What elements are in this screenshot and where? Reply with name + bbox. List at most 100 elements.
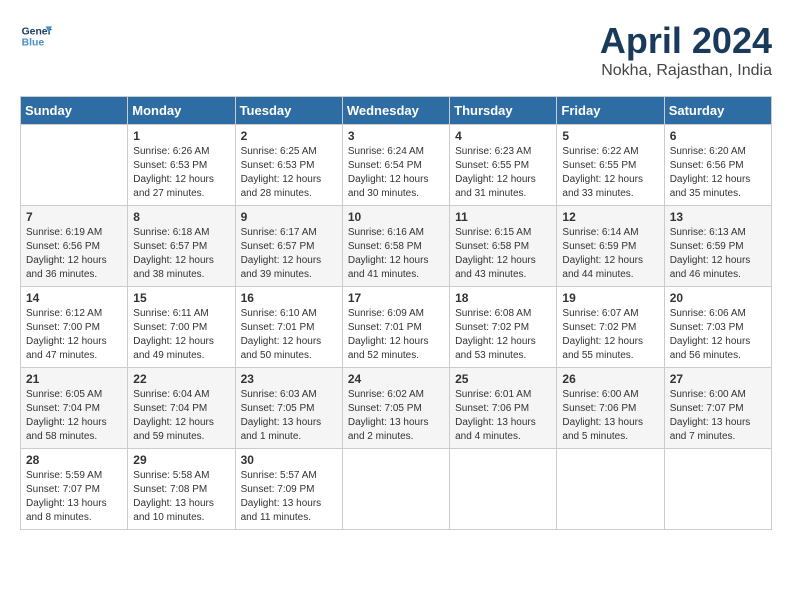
calendar-cell: 19 Sunrise: 6:07 AMSunset: 7:02 PMDayligh… [557,287,664,368]
day-number: 11 [455,210,551,224]
day-number: 13 [670,210,766,224]
calendar-cell: 25 Sunrise: 6:01 AMSunset: 7:06 PMDayligh… [450,368,557,449]
calendar-week-row: 7 Sunrise: 6:19 AMSunset: 6:56 PMDaylight… [21,206,772,287]
day-info: Sunrise: 6:09 AMSunset: 7:01 PMDaylight:… [348,307,444,363]
calendar-cell: 21 Sunrise: 6:05 AMSunset: 7:04 PMDayligh… [21,368,128,449]
calendar-cell: 23 Sunrise: 6:03 AMSunset: 7:05 PMDayligh… [235,368,342,449]
calendar-cell: 5 Sunrise: 6:22 AMSunset: 6:55 PMDaylight… [557,125,664,206]
calendar-cell: 27Sunrise: 6:00 AMSunset: 7:07 PMDayligh… [664,368,771,449]
day-info: Sunrise: 6:05 AMSunset: 7:04 PMDaylight:… [26,388,122,444]
day-info: Sunrise: 6:03 AMSunset: 7:05 PMDaylight:… [241,388,337,444]
calendar-cell: 4 Sunrise: 6:23 AMSunset: 6:55 PMDaylight… [450,125,557,206]
day-info: Sunrise: 6:06 AMSunset: 7:03 PMDaylight:… [670,307,766,363]
calendar-cell: 22 Sunrise: 6:04 AMSunset: 7:04 PMDayligh… [128,368,235,449]
main-title: April 2024 [600,20,772,62]
calendar-cell: 30 Sunrise: 5:57 AMSunset: 7:09 PMDayligh… [235,449,342,530]
day-number: 3 [348,129,444,143]
day-info: Sunrise: 6:17 AMSunset: 6:57 PMDaylight:… [241,226,337,282]
weekday-header: Saturday [664,97,771,125]
day-info: Sunrise: 6:04 AMSunset: 7:04 PMDaylight:… [133,388,229,444]
calendar-cell: 14 Sunrise: 6:12 AMSunset: 7:00 PMDayligh… [21,287,128,368]
day-number: 21 [26,372,122,386]
svg-text:Blue: Blue [22,38,45,49]
weekday-header: Friday [557,97,664,125]
subtitle: Nokha, Rajasthan, India [600,62,772,80]
day-number: 14 [26,291,122,305]
day-number: 19 [562,291,658,305]
calendar-cell: 7 Sunrise: 6:19 AMSunset: 6:56 PMDaylight… [21,206,128,287]
day-number: 7 [26,210,122,224]
calendar-cell: 3 Sunrise: 6:24 AMSunset: 6:54 PMDaylight… [342,125,449,206]
title-area: April 2024 Nokha, Rajasthan, India [600,20,772,80]
day-info: Sunrise: 6:15 AMSunset: 6:58 PMDaylight:… [455,226,551,282]
weekday-header: Wednesday [342,97,449,125]
day-info: Sunrise: 6:18 AMSunset: 6:57 PMDaylight:… [133,226,229,282]
day-info: Sunrise: 6:16 AMSunset: 6:58 PMDaylight:… [348,226,444,282]
day-info: Sunrise: 6:26 AMSunset: 6:53 PMDaylight:… [133,145,229,201]
day-info: Sunrise: 5:59 AMSunset: 7:07 PMDaylight:… [26,469,122,525]
day-number: 29 [133,453,229,467]
calendar-cell: 6Sunrise: 6:20 AMSunset: 6:56 PMDaylight… [664,125,771,206]
day-info: Sunrise: 6:07 AMSunset: 7:02 PMDaylight:… [562,307,658,363]
weekday-header: Thursday [450,97,557,125]
day-info: Sunrise: 6:12 AMSunset: 7:00 PMDaylight:… [26,307,122,363]
day-number: 16 [241,291,337,305]
calendar-cell [21,125,128,206]
calendar-cell: 13 Sunrise: 6:13 AMSunset: 6:59 PMDayligh… [664,206,771,287]
calendar-cell: 9 Sunrise: 6:17 AMSunset: 6:57 PMDaylight… [235,206,342,287]
weekday-header-row: SundayMondayTuesdayWednesdayThursdayFrid… [21,97,772,125]
day-info: Sunrise: 6:23 AMSunset: 6:55 PMDaylight:… [455,145,551,201]
logo-icon: General Blue [20,20,52,52]
day-info: Sunrise: 6:11 AMSunset: 7:00 PMDaylight:… [133,307,229,363]
calendar-cell: 20 Sunrise: 6:06 AMSunset: 7:03 PMDayligh… [664,287,771,368]
weekday-header: Monday [128,97,235,125]
day-number: 24 [348,372,444,386]
day-info: Sunrise: 6:25 AMSunset: 6:53 PMDaylight:… [241,145,337,201]
calendar-cell: 16 Sunrise: 6:10 AMSunset: 7:01 PMDayligh… [235,287,342,368]
day-info: Sunrise: 6:13 AMSunset: 6:59 PMDaylight:… [670,226,766,282]
day-number: 9 [241,210,337,224]
day-info: Sunrise: 6:10 AMSunset: 7:01 PMDaylight:… [241,307,337,363]
day-number: 15 [133,291,229,305]
day-info: Sunrise: 6:24 AMSunset: 6:54 PMDaylight:… [348,145,444,201]
day-number: 2 [241,129,337,143]
day-info: Sunrise: 6:01 AMSunset: 7:06 PMDaylight:… [455,388,551,444]
day-number: 12 [562,210,658,224]
day-number: 1 [133,129,229,143]
calendar-cell: 1 Sunrise: 6:26 AMSunset: 6:53 PMDaylight… [128,125,235,206]
calendar-cell [450,449,557,530]
day-number: 18 [455,291,551,305]
day-info: Sunrise: 6:08 AMSunset: 7:02 PMDaylight:… [455,307,551,363]
calendar-cell: 26 Sunrise: 6:00 AMSunset: 7:06 PMDayligh… [557,368,664,449]
calendar-cell: 11 Sunrise: 6:15 AMSunset: 6:58 PMDayligh… [450,206,557,287]
calendar-cell: 17 Sunrise: 6:09 AMSunset: 7:01 PMDayligh… [342,287,449,368]
day-number: 6 [670,129,766,143]
calendar-week-row: 21 Sunrise: 6:05 AMSunset: 7:04 PMDayligh… [21,368,772,449]
calendar-cell: 29Sunrise: 5:58 AMSunset: 7:08 PMDayligh… [128,449,235,530]
calendar-week-row: 14 Sunrise: 6:12 AMSunset: 7:00 PMDayligh… [21,287,772,368]
calendar-cell: 2 Sunrise: 6:25 AMSunset: 6:53 PMDaylight… [235,125,342,206]
day-info: Sunrise: 6:02 AMSunset: 7:05 PMDaylight:… [348,388,444,444]
page-header: General Blue April 2024 Nokha, Rajasthan… [20,20,772,80]
day-number: 17 [348,291,444,305]
day-number: 25 [455,372,551,386]
calendar-week-row: 1 Sunrise: 6:26 AMSunset: 6:53 PMDaylight… [21,125,772,206]
day-info: Sunrise: 6:00 AMSunset: 7:06 PMDaylight:… [562,388,658,444]
day-number: 30 [241,453,337,467]
day-info: Sunrise: 5:57 AMSunset: 7:09 PMDaylight:… [241,469,337,525]
calendar-cell: 28Sunrise: 5:59 AMSunset: 7:07 PMDayligh… [21,449,128,530]
day-number: 23 [241,372,337,386]
day-number: 5 [562,129,658,143]
calendar-cell: 24 Sunrise: 6:02 AMSunset: 7:05 PMDayligh… [342,368,449,449]
calendar-cell: 10Sunrise: 6:16 AMSunset: 6:58 PMDayligh… [342,206,449,287]
calendar-cell [664,449,771,530]
calendar-cell [342,449,449,530]
day-number: 4 [455,129,551,143]
day-info: Sunrise: 6:19 AMSunset: 6:56 PMDaylight:… [26,226,122,282]
day-number: 20 [670,291,766,305]
calendar-cell: 18 Sunrise: 6:08 AMSunset: 7:02 PMDayligh… [450,287,557,368]
weekday-header: Tuesday [235,97,342,125]
day-number: 22 [133,372,229,386]
day-info: Sunrise: 6:22 AMSunset: 6:55 PMDaylight:… [562,145,658,201]
day-number: 26 [562,372,658,386]
